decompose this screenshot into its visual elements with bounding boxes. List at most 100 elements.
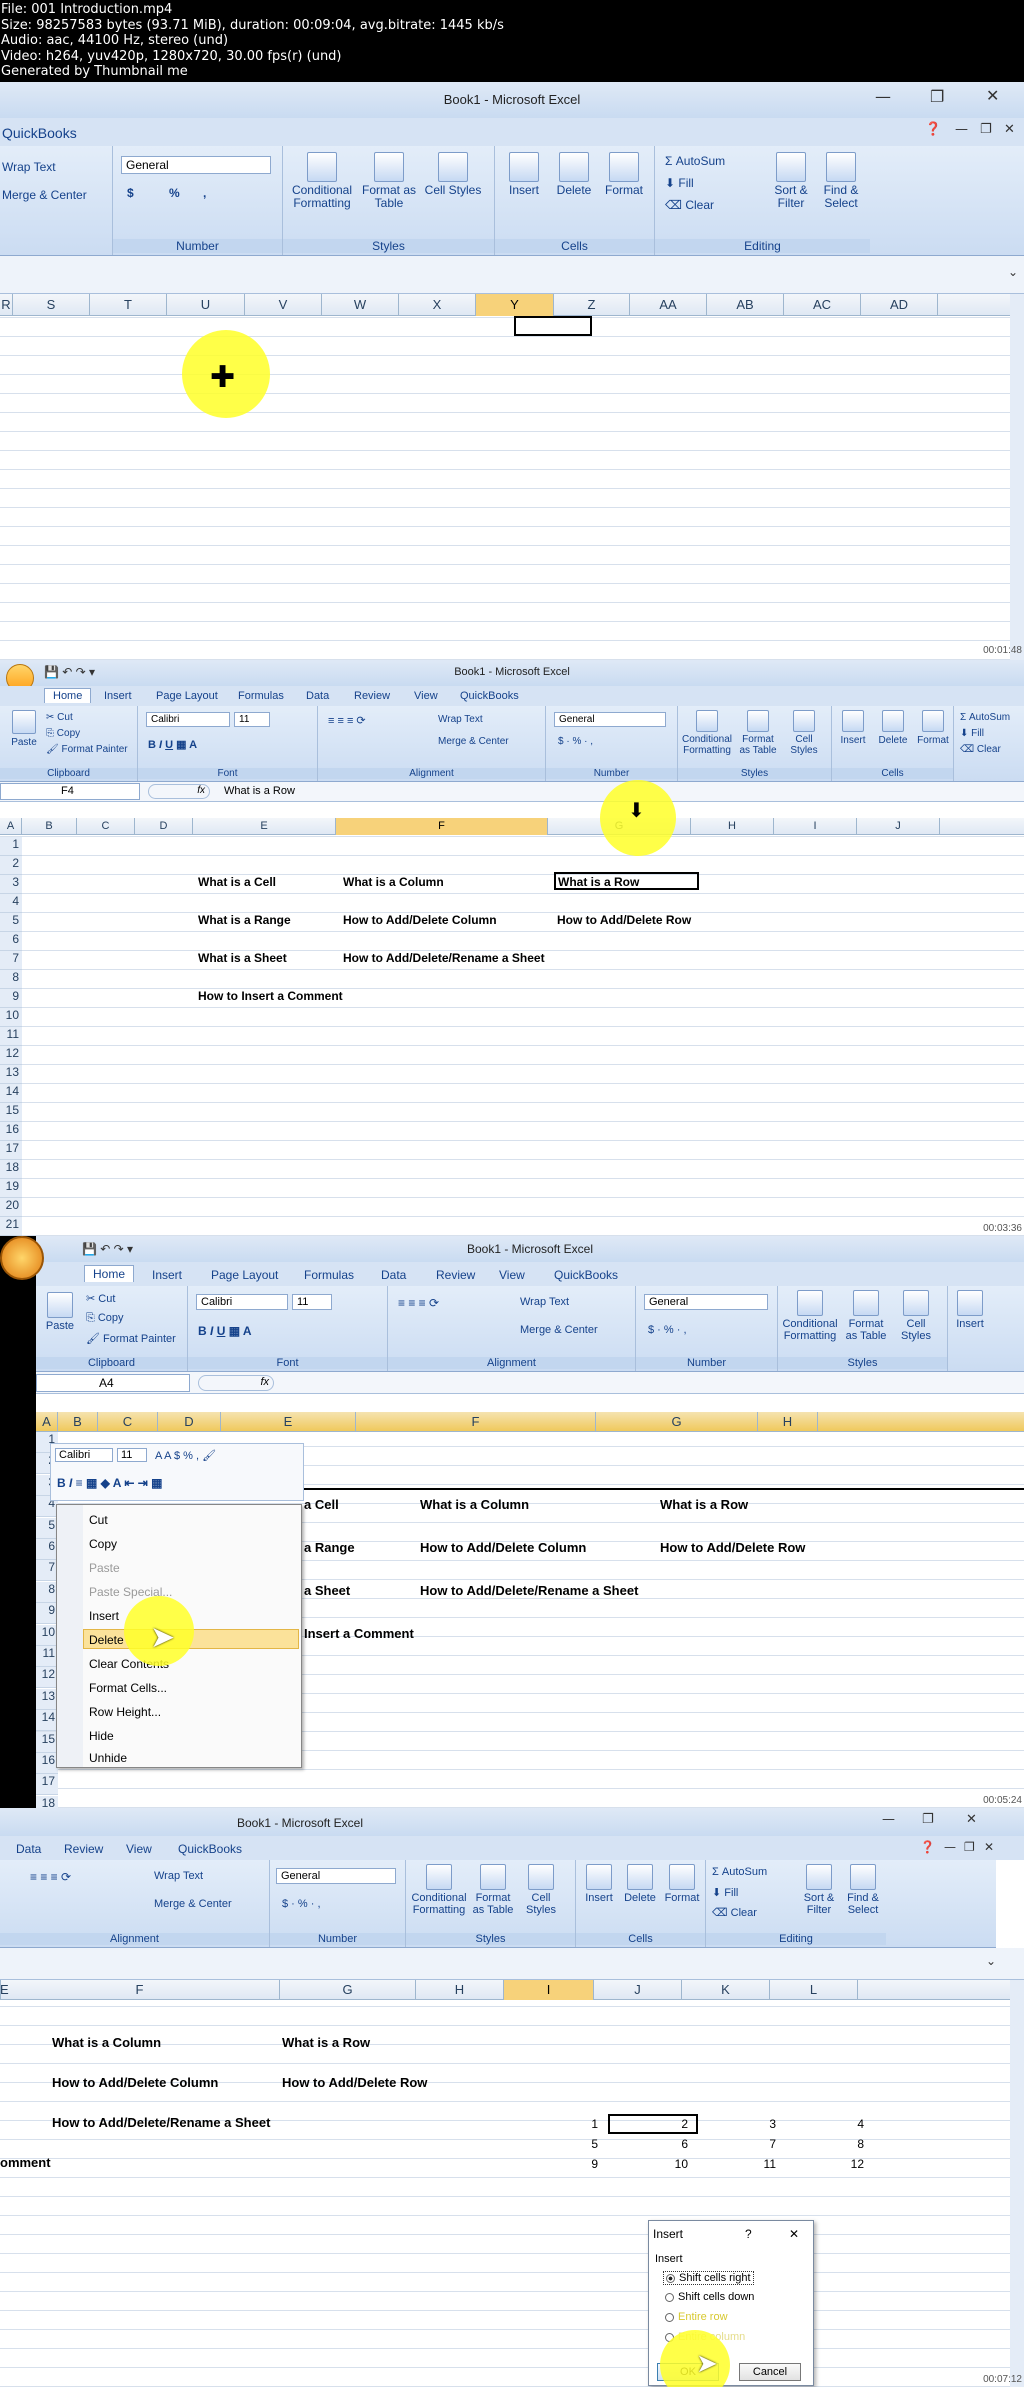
insert-button[interactable]: Insert (501, 152, 547, 197)
merge-center-button[interactable]: Merge & Center (438, 736, 509, 747)
column-header[interactable]: V (245, 294, 322, 316)
row-header[interactable]: 20 (0, 1198, 22, 1217)
tab-page-layout[interactable]: Page Layout (211, 1268, 278, 1282)
number-cell[interactable]: 7 (698, 2137, 776, 2151)
row-header[interactable]: 8 (36, 1581, 58, 1603)
formula-bar[interactable]: ⌄ (0, 1948, 1024, 1980)
delete-button[interactable]: Delete (620, 1864, 660, 1905)
sort-filter-button[interactable]: Sort & Filter (767, 152, 815, 210)
close-icon[interactable]: ✕ (986, 86, 999, 105)
tab-formulas[interactable]: Formulas (304, 1268, 354, 1282)
column-header[interactable]: Y (476, 294, 554, 316)
ribbon-minimize-icon[interactable]: — (944, 1840, 956, 1854)
insert-button[interactable]: Insert (834, 710, 872, 747)
vertical-scrollbar[interactable] (1010, 1980, 1024, 2387)
cell-d5[interactable]: a Cell (304, 1497, 339, 1512)
name-box[interactable]: F4 (0, 783, 140, 800)
row-header[interactable]: 11 (36, 1646, 58, 1667)
row-header[interactable]: 7 (36, 1560, 58, 1582)
column-header[interactable]: C (98, 1412, 158, 1432)
sort-filter-button[interactable]: Sort & Filter (798, 1864, 840, 1916)
column-header[interactable]: AD (861, 294, 938, 316)
number-format-select[interactable]: General (644, 1294, 768, 1310)
insert-button[interactable]: Insert (580, 1864, 618, 1905)
menu-cut[interactable]: Cut (89, 1513, 108, 1527)
conditional-formatting-button[interactable]: Conditional Formatting (780, 1290, 840, 1342)
dialog-close-button[interactable]: ✕ (789, 2227, 799, 2241)
row-header[interactable]: 18 (0, 1160, 22, 1179)
number-cell[interactable]: 8 (786, 2137, 864, 2151)
tab-page-layout[interactable]: Page Layout (156, 690, 218, 702)
worksheet-grid-2[interactable]: ABCDEFGHIJ 12345678910111213141516171819… (0, 818, 1024, 1236)
row-header[interactable]: 17 (36, 1774, 58, 1796)
fx-icon[interactable]: fx (148, 784, 210, 799)
column-header[interactable]: L (770, 1980, 858, 2000)
paste-button[interactable]: Paste (6, 710, 42, 749)
comma-button[interactable]: , (203, 186, 206, 200)
conditional-formatting-button[interactable]: Conditional Formatting (287, 152, 357, 210)
row-header[interactable]: 5 (36, 1517, 58, 1539)
column-header[interactable]: C (77, 818, 135, 835)
column-header[interactable]: W (322, 294, 399, 316)
cancel-button[interactable]: Cancel (739, 2363, 801, 2381)
wrap-text-button[interactable]: Wrap Text (520, 1296, 569, 1308)
cell-e6[interactable]: How to Add/Delete Column (52, 2075, 218, 2090)
cell-d11[interactable]: Insert a Comment (304, 1626, 414, 1641)
tab-view[interactable]: View (126, 1842, 152, 1856)
number-cell[interactable]: 4 (786, 2117, 864, 2131)
column-header[interactable]: Z (554, 294, 630, 316)
column-header[interactable]: F (356, 1412, 596, 1432)
format-painter-button[interactable]: 🖌 Format Painter (46, 744, 128, 755)
row-header[interactable]: 14 (0, 1084, 22, 1103)
format-as-table-button[interactable]: Format as Table (359, 152, 419, 210)
font-size-select[interactable]: 11 (234, 712, 270, 727)
clear-button[interactable]: ⌫ Clear (712, 1906, 757, 1919)
row-header[interactable]: 10 (36, 1624, 58, 1646)
expand-formula-bar-icon[interactable]: ⌄ (1008, 265, 1018, 279)
row-header[interactable]: 13 (0, 1065, 22, 1084)
number-format-buttons[interactable]: $ · % · , (558, 736, 593, 747)
tab-view[interactable]: View (414, 690, 438, 702)
ribbon-close-icon[interactable]: ✕ (1004, 122, 1015, 137)
cell-d4[interactable]: What is a Cell (198, 875, 276, 889)
cell-d8[interactable]: What is a Sheet (198, 951, 287, 965)
vertical-scrollbar[interactable] (1010, 294, 1024, 660)
ribbon-restore-icon[interactable]: ❐ (980, 122, 992, 137)
tab-data[interactable]: Data (306, 690, 329, 702)
menu-unhide[interactable]: Unhide (89, 1751, 127, 1765)
format-button[interactable]: Format (601, 152, 647, 197)
close-icon[interactable]: ✕ (966, 1812, 977, 1827)
help-icon[interactable]: ❓ (920, 1840, 935, 1854)
cell-styles-button[interactable]: Cell Styles (782, 710, 826, 756)
merge-center-button[interactable]: Merge & Center (2, 188, 87, 202)
cell-styles-button[interactable]: Cell Styles (518, 1864, 564, 1916)
row-header[interactable]: 2 (0, 856, 22, 875)
row-header[interactable]: 7 (0, 951, 22, 970)
row-header[interactable]: 15 (0, 1103, 22, 1122)
row-header[interactable]: 19 (0, 1179, 22, 1198)
mini-size-select[interactable]: 11 (117, 1448, 147, 1462)
wrap-text-button[interactable]: Wrap Text (2, 160, 56, 174)
column-header[interactable]: S (13, 294, 90, 316)
row-header[interactable]: 12 (36, 1667, 58, 1689)
cell-d9[interactable]: a Sheet (304, 1583, 350, 1598)
cell-f6[interactable]: How to Add/Delete Row (282, 2075, 427, 2090)
insert-button[interactable]: Insert (950, 1290, 990, 1331)
number-cell[interactable]: 9 (520, 2157, 598, 2171)
column-header[interactable]: F (0, 1980, 280, 2000)
fill-button[interactable]: ⬇ Fill (665, 176, 694, 190)
ribbon-close-icon[interactable]: ✕ (984, 1840, 994, 1854)
column-header[interactable]: J (594, 1980, 682, 2000)
copy-button[interactable]: ⎘ Copy (86, 1312, 124, 1325)
number-format-select[interactable]: General (121, 156, 271, 174)
conditional-formatting-button[interactable]: Conditional Formatting (410, 1864, 468, 1916)
cell-e8[interactable]: How to Add/Delete/Rename a Sheet (52, 2115, 270, 2130)
restore-icon[interactable]: ❐ (922, 1812, 934, 1827)
ribbon-minimize-icon[interactable]: — (955, 122, 968, 137)
cell-styles-button[interactable]: Cell Styles (892, 1290, 940, 1342)
tab-view[interactable]: View (499, 1268, 525, 1282)
column-header[interactable]: U (167, 294, 245, 316)
row-header[interactable]: 18 (36, 1795, 58, 1808)
merge-center-button[interactable]: Merge & Center (520, 1324, 598, 1336)
help-icon[interactable]: ❓ (925, 122, 941, 137)
